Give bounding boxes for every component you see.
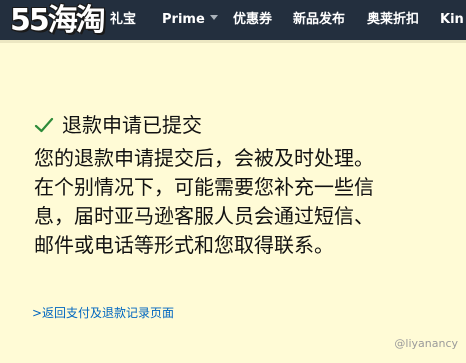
- watermark-credit: @liyanancy: [394, 337, 458, 350]
- message-line: 在个别情况下，可能需要您补充一些信: [34, 175, 374, 199]
- check-icon: [34, 117, 54, 133]
- nav-divider: [0, 40, 466, 43]
- refund-message: 您的退款申请提交后，会被及时处理。 在个别情况下，可能需要您补充一些信 息，届时…: [34, 144, 454, 260]
- message-line: 您的退款申请提交后，会被及时处理。: [34, 146, 374, 170]
- chevron-down-icon: [209, 15, 218, 20]
- top-navigation-bar: 客 礼宝 Prime 优惠券 新品发布 奥莱折扣 Kin 55海淘: [0, 0, 466, 40]
- nav-item-prime-label: Prime: [162, 12, 205, 27]
- nav-item-prime[interactable]: Prime: [162, 11, 218, 29]
- back-to-payment-records-link[interactable]: >返回支付及退款记录页面: [32, 305, 174, 321]
- nav-item-outlet[interactable]: 奥莱折扣: [367, 11, 419, 29]
- nav-item-coupons[interactable]: 优惠券: [233, 11, 272, 29]
- refund-status-header: 退款申请已提交: [34, 112, 202, 138]
- nav-item-kindle[interactable]: Kin: [440, 11, 464, 29]
- message-line: 邮件或电话等形式和您取得联系。: [34, 233, 334, 257]
- status-title: 退款申请已提交: [62, 113, 202, 137]
- nav-item-new-releases[interactable]: 新品发布: [293, 11, 345, 29]
- watermark-logo: 55海淘: [10, 3, 106, 38]
- message-line: 息，届时亚马逊客服人员会通过短信、: [34, 204, 374, 228]
- nav-item-gift[interactable]: 礼宝: [110, 11, 136, 29]
